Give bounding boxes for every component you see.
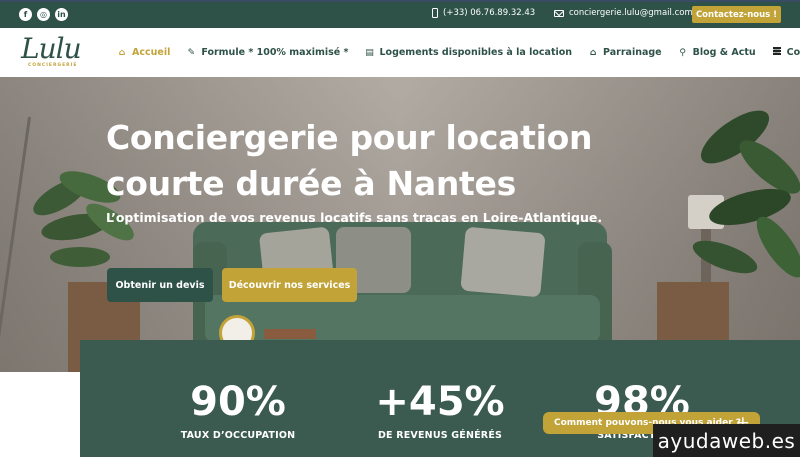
nav-item-label: Accueil <box>132 47 171 58</box>
nav-item-formule[interactable]: ✎ Formule * 100% maximisé * <box>186 47 349 58</box>
hero-subtitle: L’optimisation de vos revenus locatifs s… <box>106 210 603 225</box>
nav-item-accueil[interactable]: ⌂ Accueil <box>117 47 171 58</box>
gift-icon: ⌂ <box>589 47 597 58</box>
stat-label: DE REVENUS GÉNÉRÉS <box>377 430 503 441</box>
logo-word: Lulu <box>21 32 82 65</box>
home-icon: ⌂ <box>118 47 126 58</box>
instagram-icon[interactable]: ◎ <box>37 8 50 21</box>
plant-right-image <box>692 110 800 278</box>
top-accent-line <box>0 0 800 2</box>
pen-icon: ⚲ <box>679 47 686 58</box>
pillow <box>460 226 546 298</box>
nav-item-logements[interactable]: ▤ Logements disponibles à la location <box>364 47 572 58</box>
nav-item-label: Blog & Actu <box>692 47 756 58</box>
phone-number: (+33) 06.76.89.32.43 <box>443 8 536 18</box>
stat-value: 90% <box>190 379 286 425</box>
email-address: conciergerie.lulu@gmail.com <box>569 8 693 18</box>
stat-revenue: +45% DE REVENUS GÉNÉRÉS <box>340 340 540 441</box>
stat-value: +45% <box>375 379 505 425</box>
brush-icon: ✎ <box>187 47 196 58</box>
contact-us-button[interactable]: Contactez-nous ! <box>692 6 781 23</box>
hero-title: Conciergerie pour location courte durée … <box>106 118 593 203</box>
nav-item-blog[interactable]: ⚲ Blog & Actu <box>678 47 756 58</box>
hero-white-block <box>0 372 80 457</box>
hamburger-menu-icon[interactable] <box>773 47 781 55</box>
top-bar: f ◎ in (+33) 06.76.89.32.43 conciergerie… <box>0 0 800 28</box>
linkedin-icon[interactable]: in <box>55 8 68 21</box>
social-links: f ◎ in <box>19 8 68 21</box>
mail-icon <box>554 9 564 17</box>
main-nav: Lulu CONCIERGERIE ⌂ Accueil ✎ Formule * … <box>0 28 800 77</box>
nav-items: ⌂ Accueil ✎ Formule * 100% maximisé * ▤ … <box>117 28 800 77</box>
books-image <box>264 329 316 339</box>
get-quote-button[interactable]: Obtenir un devis <box>107 268 213 302</box>
nav-item-parrainage[interactable]: ⌂ Parrainage <box>588 47 662 58</box>
nav-item-label: Parrainage <box>603 47 662 58</box>
discover-services-button[interactable]: Découvrir nos services <box>222 268 357 302</box>
menu-bar <box>773 50 781 52</box>
stat-occupancy: 90% TAUX D’OCCUPATION <box>138 340 338 441</box>
logo-subtitle: CONCIERGERIE <box>28 63 78 68</box>
nav-item-label: Contact <box>786 47 800 58</box>
menu-bar <box>773 53 781 55</box>
facebook-icon[interactable]: f <box>19 8 32 21</box>
menu-bar <box>773 47 781 49</box>
nav-item-label: Formule * 100% maximisé * <box>201 47 349 58</box>
phone-icon <box>432 8 438 18</box>
nav-item-label: Logements disponibles à la location <box>379 47 573 58</box>
stat-label: TAUX D’OCCUPATION <box>180 430 296 441</box>
logo[interactable]: Lulu CONCIERGERIE <box>19 32 82 72</box>
email-link[interactable]: conciergerie.lulu@gmail.com <box>554 8 693 18</box>
phone-link[interactable]: (+33) 06.76.89.32.43 <box>432 8 535 18</box>
building-icon: ▤ <box>365 47 374 58</box>
watermark: ayudaweb.es <box>653 424 800 457</box>
